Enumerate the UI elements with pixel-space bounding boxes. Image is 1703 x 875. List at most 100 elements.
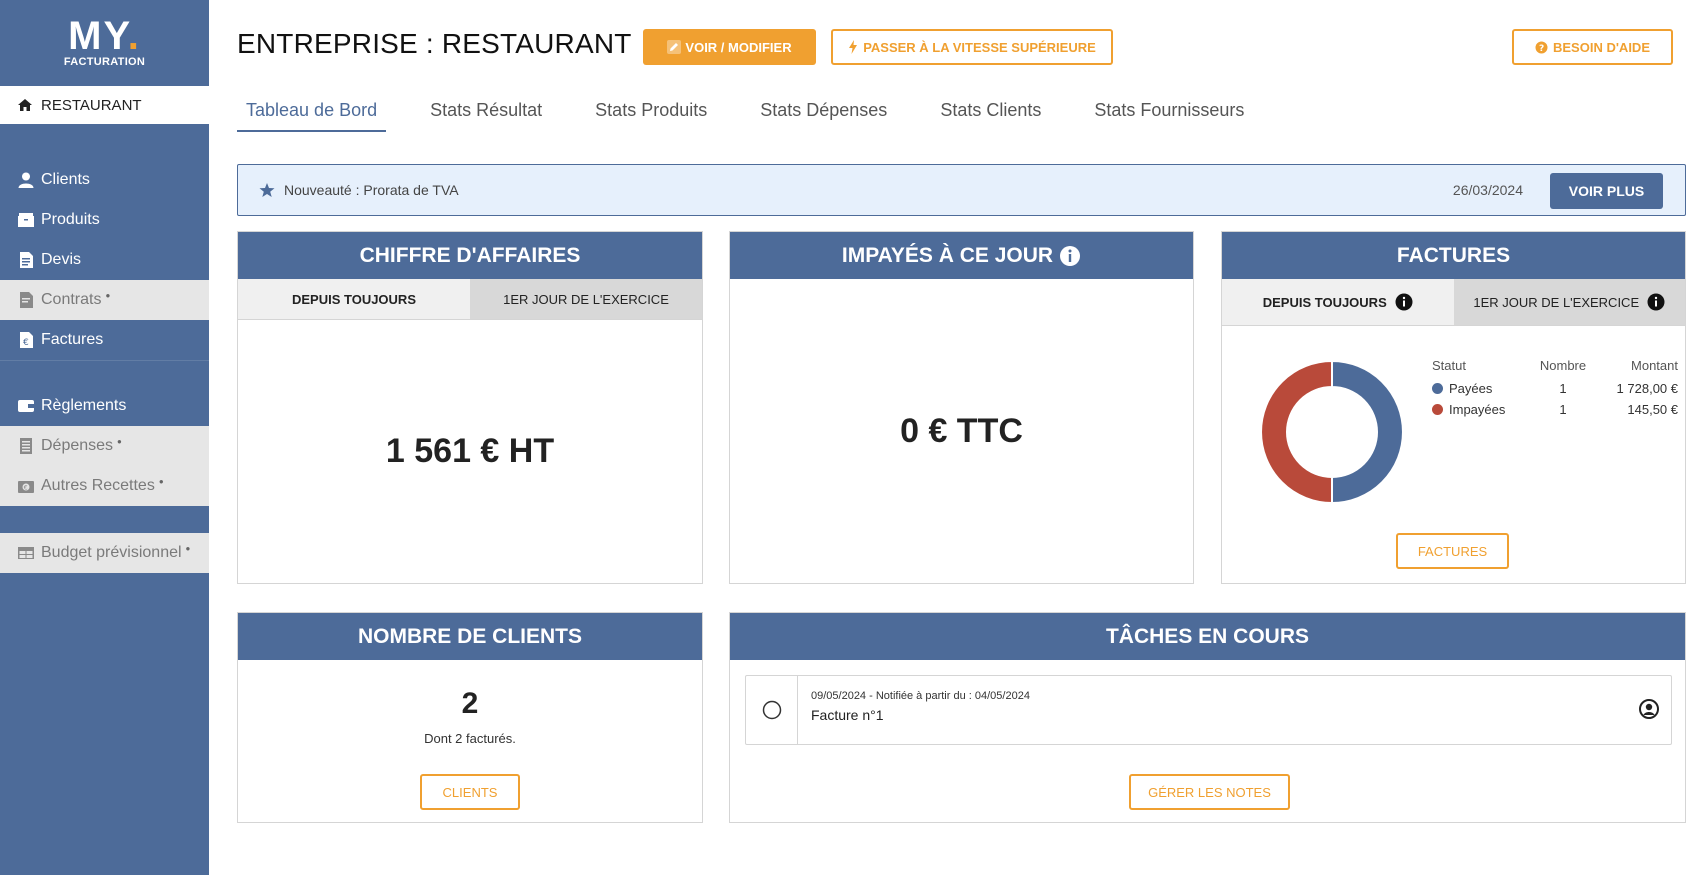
unpaid-card-title: IMPAYÉS À CE JOUR — [730, 232, 1193, 279]
star-icon — [259, 183, 275, 197]
svg-text:€: € — [23, 338, 29, 348]
invoices-tab-fiscal-year[interactable]: 1ER JOUR DE L'EXERCICE — [1453, 279, 1685, 326]
lightning-icon — [849, 40, 858, 54]
sidebar-item-reglements[interactable]: Règlements — [0, 386, 209, 426]
clients-card: NOMBRE DE CLIENTS 2 Dont 2 facturés. CLI… — [237, 612, 703, 823]
sidebar-item-label: Autres Recettes — [41, 477, 155, 494]
info-icon[interactable] — [1395, 293, 1413, 311]
wallet-icon — [18, 400, 34, 412]
sidebar-item-factures[interactable]: € Factures — [0, 320, 209, 360]
legend-header-count: Nombre — [1539, 358, 1587, 373]
sidebar-item-autres-recettes[interactable]: € Autres Recettes ● — [0, 466, 209, 506]
sidebar-item-budget[interactable]: Budget prévisionnel ● — [0, 533, 209, 573]
task-title: Facture n°1 — [811, 707, 884, 723]
logo-text: MY. — [68, 14, 141, 58]
company-selector[interactable]: RESTAURANT — [0, 86, 209, 124]
upgrade-button-label: PASSER À LA VITESSE SUPÉRIEURE — [863, 39, 1096, 55]
sidebar-item-depenses[interactable]: Dépenses ● — [0, 426, 209, 466]
manage-notes-button[interactable]: GÉRER LES NOTES — [1129, 774, 1290, 810]
invoice-icon: € — [20, 332, 33, 348]
sidebar-item-label: Règlements — [41, 397, 127, 414]
revenue-tab-fiscal-year[interactable]: 1ER JOUR DE L'EXERCICE — [470, 279, 702, 320]
box-icon — [18, 213, 34, 227]
tasks-card-title: TÂCHES EN COURS — [730, 613, 1685, 660]
sidebar-item-produits[interactable]: Produits — [0, 200, 209, 240]
sidebar-item-label: Budget prévisionnel — [41, 544, 182, 561]
revenue-tab-all-time[interactable]: DEPUIS TOUJOURS — [238, 279, 470, 320]
sidebar-item-devis[interactable]: Devis — [0, 240, 209, 280]
tasks-card: TÂCHES EN COURS 09/05/2024 - Notifiée à … — [729, 612, 1686, 823]
news-date: 26/03/2024 — [1452, 182, 1523, 198]
page-title: ENTREPRISE : RESTAURANT — [237, 28, 632, 59]
app-logo[interactable]: MY. FACTURATION — [0, 0, 209, 86]
edit-company-button[interactable]: VOIR / MODIFIER — [643, 29, 816, 65]
invoices-card: FACTURES DEPUIS TOUJOURS 1ER JOUR DE L'E… — [1221, 231, 1686, 584]
clients-card-title: NOMBRE DE CLIENTS — [238, 613, 702, 660]
invoices-legend: Statut Nombre Montant Payées 1 1 728,00 … — [1432, 358, 1678, 420]
user-icon — [18, 172, 34, 188]
task-checkbox[interactable] — [746, 676, 798, 744]
sidebar-item-label: Contrats — [41, 291, 102, 308]
revenue-period-toggle: DEPUIS TOUJOURS 1ER JOUR DE L'EXERCICE — [238, 279, 702, 320]
sidebar-item-label: Dépenses — [41, 437, 114, 454]
news-banner: Nouveauté : Prorata de TVA 26/03/2024 VO… — [237, 164, 1686, 216]
donut-slice-impayées[interactable] — [1260, 359, 1333, 505]
invoices-period-toggle: DEPUIS TOUJOURS 1ER JOUR DE L'EXERCICE — [1222, 279, 1685, 326]
task-item[interactable]: 09/05/2024 - Notifiée à partir du : 04/0… — [745, 675, 1672, 745]
clients-button[interactable]: CLIENTS — [420, 774, 520, 810]
svg-text:?: ? — [1539, 44, 1544, 54]
info-icon[interactable] — [1647, 293, 1665, 311]
company-name: RESTAURANT — [41, 96, 142, 114]
sidebar-item-contrats[interactable]: Contrats ● — [0, 280, 209, 320]
tab-tableau-de-bord[interactable]: Tableau de Bord — [237, 96, 387, 132]
sidebar-item-clients[interactable]: Clients — [0, 160, 209, 200]
sidebar-item-label: Devis — [41, 251, 82, 268]
tab-stats-produits[interactable]: Stats Produits — [586, 96, 716, 132]
tab-stats-clients[interactable]: Stats Clients — [931, 96, 1050, 132]
edit-button-label: VOIR / MODIFIER — [685, 39, 792, 55]
clients-billed-text: Dont 2 facturés. — [424, 731, 516, 746]
user-circle-icon[interactable] — [1639, 699, 1659, 719]
revenue-card: CHIFFRE D'AFFAIRES DEPUIS TOUJOURS 1ER J… — [237, 231, 703, 584]
legend-row-paid: Payées 1 1 728,00 € — [1432, 378, 1678, 399]
lock-icon: ● — [105, 290, 111, 300]
contract-icon — [20, 292, 33, 308]
logo-subtitle: FACTURATION — [63, 56, 146, 68]
sidebar-item-label: Produits — [41, 211, 100, 228]
tab-stats-fournisseurs[interactable]: Stats Fournisseurs — [1085, 96, 1253, 132]
invoices-card-title: FACTURES — [1222, 232, 1685, 279]
help-icon: ? — [1535, 41, 1548, 54]
pencil-icon — [667, 40, 682, 54]
stats-tabs: Tableau de Bord Stats Résultat Stats Pro… — [237, 96, 1288, 132]
upgrade-button[interactable]: PASSER À LA VITESSE SUPÉRIEURE — [831, 29, 1113, 65]
donut-slice-payées[interactable] — [1331, 359, 1404, 505]
money-icon: € — [18, 481, 34, 493]
tab-stats-depenses[interactable]: Stats Dépenses — [751, 96, 896, 132]
table-icon — [18, 547, 34, 559]
help-button[interactable]: ? BESOIN D'AIDE — [1512, 29, 1673, 65]
clients-count: 2 — [461, 687, 479, 720]
paid-color-dot — [1432, 383, 1443, 394]
svg-text:€: € — [24, 485, 28, 492]
invoices-donut-chart — [1260, 359, 1404, 505]
invoices-button[interactable]: FACTURES — [1396, 533, 1509, 569]
sidebar-item-label: Clients — [41, 171, 90, 188]
revenue-value: 1 561 € HT — [385, 432, 555, 470]
task-date: 09/05/2024 - Notifiée à partir du : 04/0… — [811, 690, 1030, 702]
sidebar-item-label: Factures — [41, 331, 104, 348]
lock-icon: ● — [185, 543, 191, 553]
lock-icon: ● — [158, 476, 164, 486]
sidebar-divider — [0, 360, 209, 386]
legend-header-status: Statut — [1432, 358, 1466, 373]
lock-icon: ● — [117, 436, 122, 446]
home-icon — [18, 99, 32, 111]
unpaid-card: IMPAYÉS À CE JOUR 0 € TTC — [729, 231, 1194, 584]
info-icon[interactable] — [1059, 245, 1081, 267]
circle-checkbox-icon — [762, 700, 781, 720]
tab-stats-resultat[interactable]: Stats Résultat — [421, 96, 551, 132]
sidebar-nav: Clients Produits Devis Contrats ● € Fact… — [0, 160, 209, 573]
invoices-tab-all-time[interactable]: DEPUIS TOUJOURS — [1222, 279, 1454, 326]
news-more-button[interactable]: VOIR PLUS — [1550, 173, 1663, 209]
sidebar: MY. FACTURATION RESTAURANT Clients Produ… — [0, 0, 209, 875]
